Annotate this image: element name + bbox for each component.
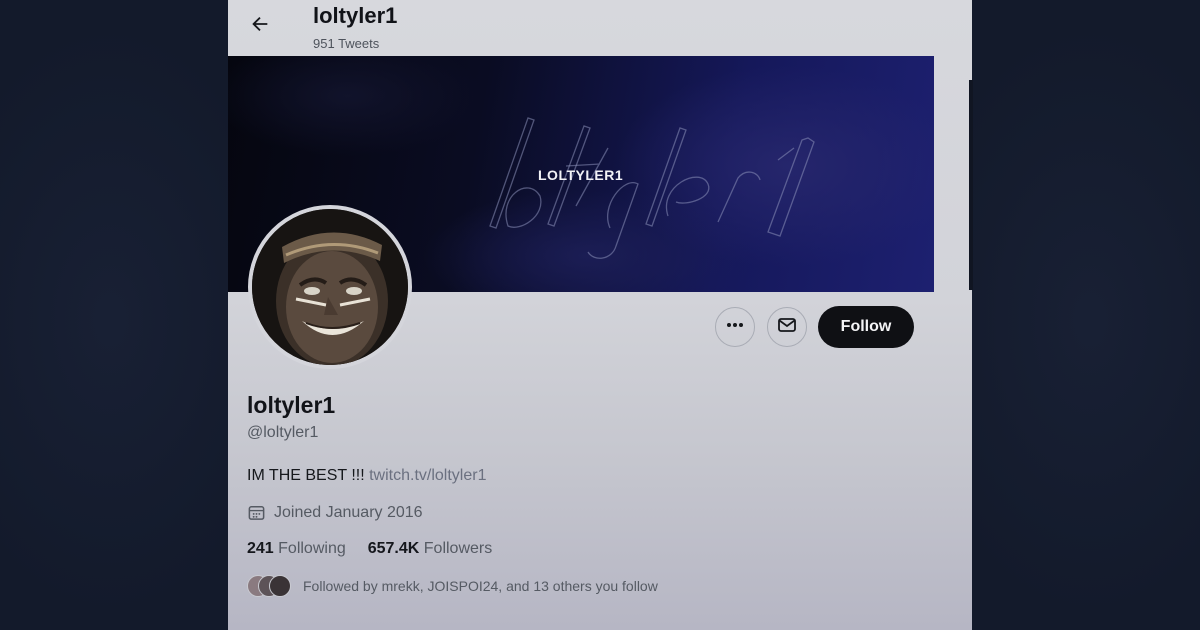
bio-link[interactable]: twitch.tv/loltyler1 xyxy=(369,467,486,484)
banner-title: LOLTYLER1 xyxy=(538,167,624,183)
followers-count: 657.4K xyxy=(367,540,420,557)
followers-link[interactable]: 657.4K Followers xyxy=(368,540,493,558)
joined-date: Joined January 2016 xyxy=(247,503,423,522)
more-button[interactable] xyxy=(715,307,755,347)
back-button[interactable] xyxy=(242,8,278,44)
joined-text: Joined January 2016 xyxy=(274,503,423,521)
following-label: Following xyxy=(273,540,346,557)
avatar[interactable] xyxy=(248,205,412,369)
followers-label: Followers xyxy=(419,540,493,557)
follower-avatar xyxy=(269,575,291,597)
header-name: loltyler1 xyxy=(313,3,398,28)
follower-avatars xyxy=(247,575,293,597)
followed-by-text: Followed by mrekk, JOISPOI24, and 13 oth… xyxy=(303,578,658,594)
calendar-icon xyxy=(247,503,266,522)
following-count: 241 xyxy=(247,540,274,557)
tweet-count: 951 Tweets xyxy=(313,36,380,51)
followed-by[interactable]: Followed by mrekk, JOISPOI24, and 13 oth… xyxy=(247,575,658,597)
following-link[interactable]: 241 Following xyxy=(247,540,346,558)
message-button[interactable] xyxy=(767,307,807,347)
follow-stats: 241 Following 657.4K Followers xyxy=(247,540,514,558)
bio: IM THE BEST !!! twitch.tv/loltyler1 xyxy=(247,467,486,485)
profile-header: loltyler1 951 Tweets xyxy=(228,0,972,56)
mail-icon xyxy=(777,315,797,340)
follow-button[interactable]: Follow xyxy=(818,306,914,348)
avatar-artwork xyxy=(252,209,408,365)
more-icon xyxy=(725,315,745,340)
handle: @loltyler1 xyxy=(247,424,319,441)
scrollbar[interactable] xyxy=(969,80,973,290)
display-name: loltyler1 xyxy=(247,392,336,418)
arrow-left-icon xyxy=(249,13,271,40)
bio-text: IM THE BEST !!! xyxy=(247,467,370,484)
profile-panel: loltyler1 951 Tweets LOLTYLER1 Follow lo… xyxy=(228,0,972,630)
